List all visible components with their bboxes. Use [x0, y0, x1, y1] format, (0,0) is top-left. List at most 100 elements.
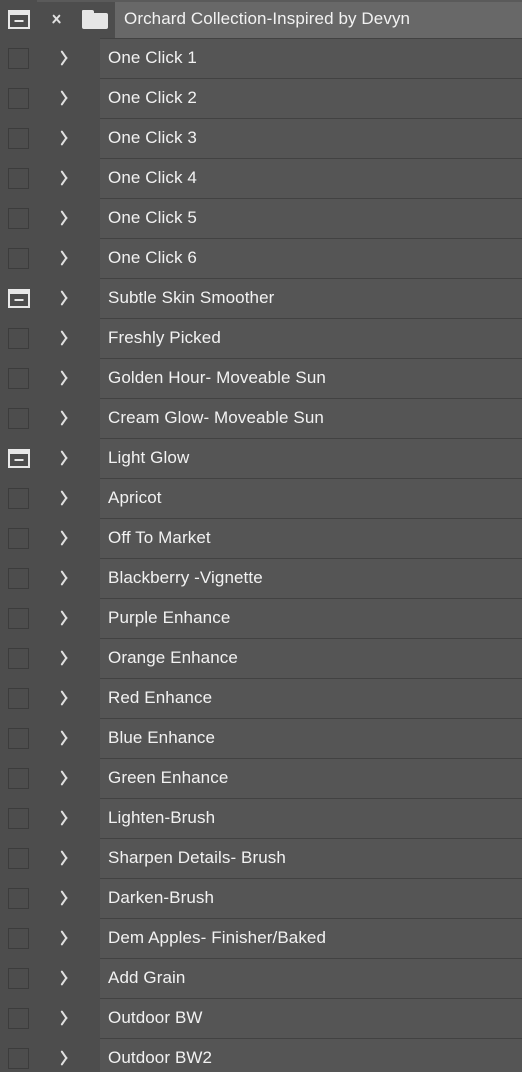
layer-mask-toggle[interactable] [0, 727, 37, 749]
layer-name[interactable]: Blackberry -Vignette [100, 568, 263, 588]
layer-name[interactable]: One Click 5 [100, 208, 197, 228]
layer-row[interactable]: Off To Market [0, 518, 522, 558]
layer-name[interactable]: One Click 6 [100, 248, 197, 268]
layer-mask-toggle[interactable] [0, 767, 37, 789]
layer-expand-toggle[interactable] [37, 930, 100, 946]
layer-name[interactable]: Green Enhance [100, 768, 228, 788]
group-title[interactable]: Orchard Collection-Inspired by Devyn [115, 9, 410, 29]
layer-mask-toggle[interactable] [0, 847, 37, 869]
layer-expand-toggle[interactable] [37, 410, 100, 426]
layer-expand-toggle[interactable] [37, 250, 100, 266]
layer-name[interactable]: Add Grain [100, 968, 185, 988]
layer-mask-toggle[interactable] [0, 47, 37, 69]
layer-mask-toggle[interactable] [0, 527, 37, 549]
layer-expand-toggle[interactable] [37, 170, 100, 186]
layer-name[interactable]: Red Enhance [100, 688, 212, 708]
layer-expand-toggle[interactable] [37, 290, 100, 306]
layer-expand-toggle[interactable] [37, 770, 100, 786]
layer-row[interactable]: Lighten-Brush [0, 798, 522, 838]
layer-row[interactable]: Golden Hour- Moveable Sun [0, 358, 522, 398]
layer-expand-toggle[interactable] [37, 450, 100, 466]
group-mask-toggle[interactable] [0, 9, 37, 29]
layer-mask-toggle[interactable] [0, 407, 37, 429]
layer-name[interactable]: Outdoor BW2 [100, 1048, 212, 1068]
layer-row[interactable]: One Click 4 [0, 158, 522, 198]
layer-mask-toggle[interactable] [0, 448, 37, 468]
layer-name[interactable]: Freshly Picked [100, 328, 221, 348]
layer-row[interactable]: Light Glow [0, 438, 522, 478]
layer-expand-toggle[interactable] [37, 530, 100, 546]
layer-mask-toggle[interactable] [0, 887, 37, 909]
layer-name[interactable]: Subtle Skin Smoother [100, 288, 274, 308]
layer-expand-toggle[interactable] [37, 370, 100, 386]
layer-name[interactable]: Cream Glow- Moveable Sun [100, 408, 324, 428]
layer-row[interactable]: Sharpen Details- Brush [0, 838, 522, 878]
layer-row[interactable]: One Click 6 [0, 238, 522, 278]
layer-mask-toggle[interactable] [0, 288, 37, 308]
layer-mask-toggle[interactable] [0, 487, 37, 509]
layer-expand-toggle[interactable] [37, 570, 100, 586]
layer-row[interactable]: Outdoor BW [0, 998, 522, 1038]
layer-expand-toggle[interactable] [37, 730, 100, 746]
layer-expand-toggle[interactable] [37, 50, 100, 66]
layer-mask-toggle[interactable] [0, 1007, 37, 1029]
layer-group-row[interactable]: Orchard Collection-Inspired by Devyn [0, 0, 522, 38]
layer-row[interactable]: Subtle Skin Smoother [0, 278, 522, 318]
layer-name[interactable]: Dem Apples- Finisher/Baked [100, 928, 326, 948]
layer-mask-toggle[interactable] [0, 327, 37, 349]
layer-name[interactable]: Golden Hour- Moveable Sun [100, 368, 326, 388]
layer-expand-toggle[interactable] [37, 330, 100, 346]
layer-name[interactable]: Apricot [100, 488, 162, 508]
layer-row[interactable]: Blue Enhance [0, 718, 522, 758]
layer-expand-toggle[interactable] [37, 490, 100, 506]
layer-mask-toggle[interactable] [0, 807, 37, 829]
layer-mask-toggle[interactable] [0, 927, 37, 949]
layer-row[interactable]: Freshly Picked [0, 318, 522, 358]
layer-name[interactable]: One Click 1 [100, 48, 197, 68]
layer-expand-toggle[interactable] [37, 850, 100, 866]
layer-mask-toggle[interactable] [0, 87, 37, 109]
layer-expand-toggle[interactable] [37, 610, 100, 626]
layer-row[interactable]: One Click 5 [0, 198, 522, 238]
layer-row[interactable]: Cream Glow- Moveable Sun [0, 398, 522, 438]
layer-name[interactable]: Blue Enhance [100, 728, 215, 748]
layer-name[interactable]: Lighten-Brush [100, 808, 215, 828]
layer-mask-toggle[interactable] [0, 167, 37, 189]
layer-mask-toggle[interactable] [0, 647, 37, 669]
layer-name[interactable]: Sharpen Details- Brush [100, 848, 286, 868]
layer-name[interactable]: One Click 3 [100, 128, 197, 148]
layer-row[interactable]: One Click 3 [0, 118, 522, 158]
layer-name[interactable]: Orange Enhance [100, 648, 238, 668]
layer-mask-toggle[interactable] [0, 247, 37, 269]
layer-row[interactable]: Red Enhance [0, 678, 522, 718]
layer-mask-toggle[interactable] [0, 1047, 37, 1069]
layer-expand-toggle[interactable] [37, 810, 100, 826]
layer-row[interactable]: Orange Enhance [0, 638, 522, 678]
layer-row[interactable]: Apricot [0, 478, 522, 518]
layer-row[interactable]: Purple Enhance [0, 598, 522, 638]
layer-expand-toggle[interactable] [37, 970, 100, 986]
layer-row[interactable]: Darken-Brush [0, 878, 522, 918]
layer-expand-toggle[interactable] [37, 690, 100, 706]
layer-name[interactable]: Off To Market [100, 528, 211, 548]
layer-mask-toggle[interactable] [0, 967, 37, 989]
layer-row[interactable]: Dem Apples- Finisher/Baked [0, 918, 522, 958]
layer-mask-toggle[interactable] [0, 687, 37, 709]
layer-mask-toggle[interactable] [0, 607, 37, 629]
group-expand-toggle[interactable] [37, 15, 75, 24]
layer-name[interactable]: Outdoor BW [100, 1008, 203, 1028]
layer-row[interactable]: Add Grain [0, 958, 522, 998]
layer-row[interactable]: One Click 2 [0, 78, 522, 118]
layer-mask-toggle[interactable] [0, 127, 37, 149]
layer-name[interactable]: One Click 2 [100, 88, 197, 108]
layer-expand-toggle[interactable] [37, 890, 100, 906]
layer-name[interactable]: Purple Enhance [100, 608, 230, 628]
layer-expand-toggle[interactable] [37, 210, 100, 226]
layer-expand-toggle[interactable] [37, 1010, 100, 1026]
layer-row[interactable]: Blackberry -Vignette [0, 558, 522, 598]
layer-expand-toggle[interactable] [37, 90, 100, 106]
layer-mask-toggle[interactable] [0, 367, 37, 389]
layer-row[interactable]: Green Enhance [0, 758, 522, 798]
layer-expand-toggle[interactable] [37, 130, 100, 146]
layer-name[interactable]: One Click 4 [100, 168, 197, 188]
